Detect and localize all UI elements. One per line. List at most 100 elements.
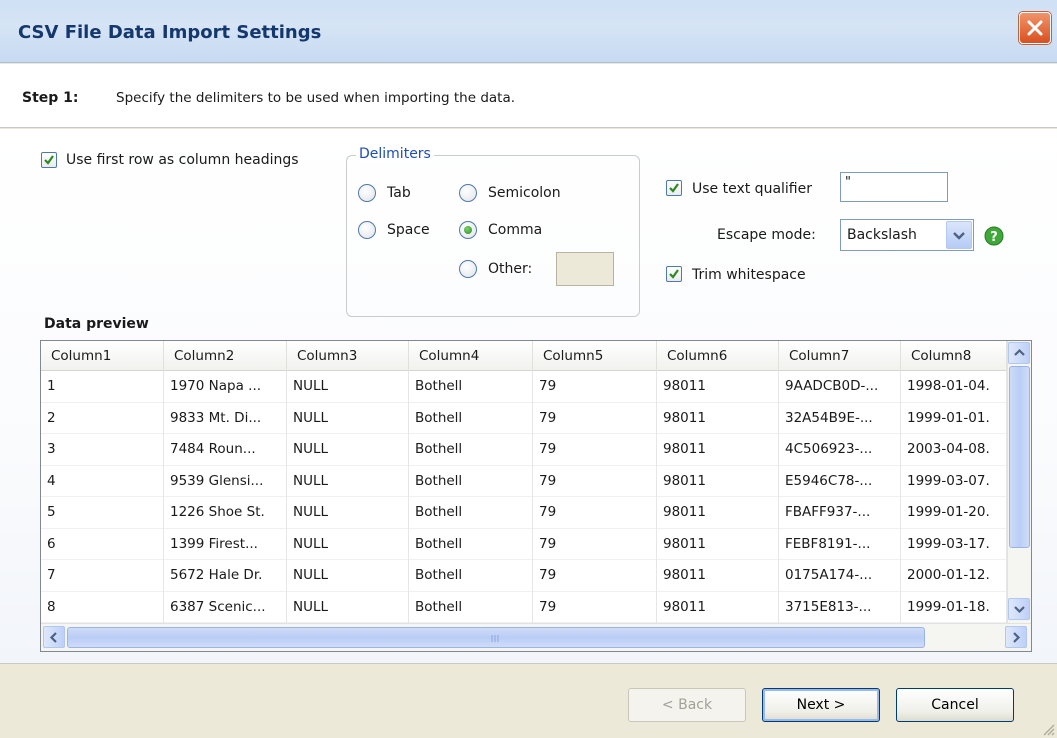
table-cell: 98011 bbox=[657, 528, 779, 560]
table-cell: 98011 bbox=[657, 465, 779, 497]
escape-mode-value: Backslash bbox=[847, 227, 917, 243]
text-qualifier-label[interactable]: Use text qualifier bbox=[692, 181, 812, 197]
table-cell: NULL bbox=[287, 402, 409, 434]
next-button[interactable]: Next > bbox=[762, 688, 880, 722]
table-row[interactable]: 7 5672 Hale Dr. NULL Bothell 79 98011 01… bbox=[41, 560, 1007, 592]
scroll-down-button[interactable] bbox=[1008, 598, 1030, 620]
first-row-headings-label[interactable]: Use first row as column headings bbox=[66, 152, 299, 168]
table-cell: NULL bbox=[287, 434, 409, 466]
table-cell: 79 bbox=[533, 465, 657, 497]
step-label: Step 1: bbox=[22, 90, 79, 106]
table-cell: 98011 bbox=[657, 434, 779, 466]
table-cell: 1226 Shoe St. bbox=[164, 497, 287, 529]
other-delimiter-input[interactable] bbox=[556, 252, 614, 286]
table-cell: 6387 Scenic... bbox=[164, 591, 287, 623]
chevron-down-icon bbox=[953, 232, 965, 240]
scroll-right-button[interactable] bbox=[1005, 626, 1027, 648]
space-label[interactable]: Space bbox=[387, 222, 430, 238]
table-cell: 1999-01-18. bbox=[901, 591, 1007, 623]
table-row[interactable]: 4 9539 Glensi... NULL Bothell 79 98011 E… bbox=[41, 465, 1007, 497]
table-cell: 5672 Hale Dr. bbox=[164, 560, 287, 592]
table-cell: 1999-03-17. bbox=[901, 528, 1007, 560]
table-cell: NULL bbox=[287, 528, 409, 560]
vertical-scroll-thumb[interactable] bbox=[1009, 366, 1030, 548]
other-radio[interactable] bbox=[459, 260, 477, 278]
table-cell: 2003-04-08. bbox=[901, 434, 1007, 466]
table-cell: 0175A174-... bbox=[779, 560, 901, 592]
comma-radio[interactable] bbox=[459, 221, 477, 239]
table-cell: 3715E813-... bbox=[779, 591, 901, 623]
semicolon-label[interactable]: Semicolon bbox=[488, 185, 561, 201]
text-qualifier-checkbox[interactable] bbox=[666, 180, 682, 196]
table-cell: 5 bbox=[41, 497, 164, 529]
table-cell: Bothell bbox=[409, 528, 533, 560]
table-cell: 2 bbox=[41, 402, 164, 434]
table-cell: 79 bbox=[533, 402, 657, 434]
column-header[interactable]: Column7 bbox=[779, 341, 901, 371]
comma-label[interactable]: Comma bbox=[488, 222, 542, 238]
horizontal-scroll-thumb[interactable] bbox=[67, 627, 925, 648]
scroll-left-button[interactable] bbox=[43, 626, 65, 648]
grid-body: 1 1970 Napa ... NULL Bothell 79 98011 9A… bbox=[41, 371, 1007, 623]
data-preview-grid[interactable]: Column1 Column2 Column3 Column4 Column5 … bbox=[40, 340, 1032, 652]
resize-grip-icon[interactable] bbox=[1041, 722, 1055, 736]
close-button[interactable] bbox=[1019, 12, 1051, 44]
trim-whitespace-checkbox[interactable] bbox=[666, 266, 682, 282]
table-cell: 9AADCB0D-... bbox=[779, 371, 901, 403]
column-header[interactable]: Column8 bbox=[901, 341, 1007, 371]
step-description: Specify the delimiters to be used when i… bbox=[116, 90, 516, 106]
table-cell: 98011 bbox=[657, 497, 779, 529]
table-row[interactable]: 1 1970 Napa ... NULL Bothell 79 98011 9A… bbox=[41, 371, 1007, 403]
column-header[interactable]: Column4 bbox=[409, 341, 533, 371]
table-cell: E5946C78-... bbox=[779, 465, 901, 497]
semicolon-radio[interactable] bbox=[459, 184, 477, 202]
escape-mode-dropdown-button[interactable] bbox=[946, 221, 972, 249]
back-button[interactable]: < Back bbox=[628, 688, 746, 722]
tab-radio[interactable] bbox=[358, 184, 376, 202]
table-cell: 79 bbox=[533, 371, 657, 403]
trim-whitespace-label[interactable]: Trim whitespace bbox=[692, 267, 806, 283]
table-cell: FEBF8191-... bbox=[779, 528, 901, 560]
chevron-down-icon bbox=[1014, 606, 1025, 614]
scroll-up-button[interactable] bbox=[1008, 342, 1030, 364]
table-cell: Bothell bbox=[409, 371, 533, 403]
table-cell: 98011 bbox=[657, 560, 779, 592]
table-row[interactable]: 3 7484 Roun... NULL Bothell 79 98011 4C5… bbox=[41, 434, 1007, 466]
column-header[interactable]: Column2 bbox=[164, 341, 287, 371]
space-radio[interactable] bbox=[358, 221, 376, 239]
table-row[interactable]: 5 1226 Shoe St. NULL Bothell 79 98011 FB… bbox=[41, 497, 1007, 529]
help-icon[interactable]: ? bbox=[984, 226, 1004, 246]
column-header[interactable]: Column5 bbox=[533, 341, 657, 371]
tab-label[interactable]: Tab bbox=[387, 185, 411, 201]
table-cell: 1998-01-04. bbox=[901, 371, 1007, 403]
import-dialog: CSV File Data Import Settings Step 1: Sp… bbox=[0, 0, 1057, 738]
text-qualifier-input[interactable]: " bbox=[840, 172, 948, 202]
cancel-button[interactable]: Cancel bbox=[896, 688, 1014, 722]
first-row-headings-checkbox[interactable] bbox=[41, 152, 57, 168]
escape-mode-label: Escape mode: bbox=[717, 227, 816, 243]
table-row[interactable]: 2 9833 Mt. Di... NULL Bothell 79 98011 3… bbox=[41, 402, 1007, 434]
escape-mode-select[interactable]: Backslash bbox=[840, 219, 974, 251]
table-cell: Bothell bbox=[409, 591, 533, 623]
delimiters-legend: Delimiters bbox=[356, 146, 434, 162]
table-cell: 6 bbox=[41, 528, 164, 560]
table-cell: 79 bbox=[533, 591, 657, 623]
table-cell: 98011 bbox=[657, 591, 779, 623]
column-header[interactable]: Column3 bbox=[287, 341, 409, 371]
window-title: CSV File Data Import Settings bbox=[18, 22, 322, 43]
table-row[interactable]: 6 1399 Firest... NULL Bothell 79 98011 F… bbox=[41, 528, 1007, 560]
horizontal-scrollbar[interactable] bbox=[41, 623, 1031, 651]
title-bar[interactable]: CSV File Data Import Settings bbox=[0, 0, 1057, 63]
table-cell: 79 bbox=[533, 434, 657, 466]
table-cell: Bothell bbox=[409, 497, 533, 529]
table-cell: 1999-01-20. bbox=[901, 497, 1007, 529]
data-preview-title: Data preview bbox=[44, 316, 149, 332]
table-cell: 1970 Napa ... bbox=[164, 371, 287, 403]
column-header[interactable]: Column6 bbox=[657, 341, 779, 371]
other-label[interactable]: Other: bbox=[488, 261, 532, 277]
column-header[interactable]: Column1 bbox=[41, 341, 164, 371]
table-row[interactable]: 8 6387 Scenic... NULL Bothell 79 98011 3… bbox=[41, 591, 1007, 623]
table-cell: NULL bbox=[287, 465, 409, 497]
table-cell: 79 bbox=[533, 497, 657, 529]
vertical-scrollbar[interactable] bbox=[1007, 341, 1031, 623]
